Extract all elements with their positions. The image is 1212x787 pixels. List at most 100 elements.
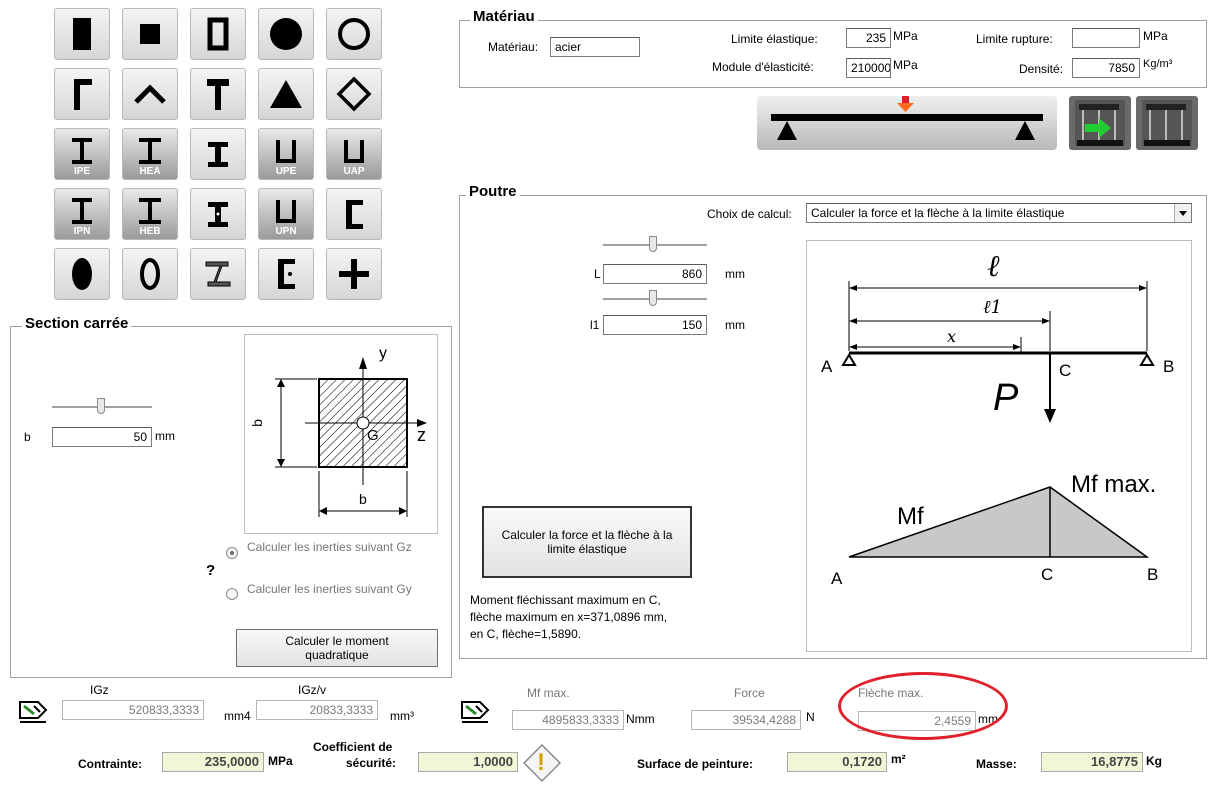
b-horizontal-label: b <box>359 491 367 507</box>
elastic-modulus-input[interactable]: 210000 <box>846 58 891 78</box>
L-unit: mm <box>725 267 745 281</box>
shape-i-beam-tapered-button[interactable] <box>190 188 246 240</box>
shape-i-beam-button[interactable] <box>190 128 246 180</box>
shape-cross-button[interactable] <box>326 248 382 300</box>
yield-limit-label: Limite élastique: <box>731 32 818 46</box>
elastic-modulus-unit: MPa <box>893 58 918 72</box>
rupture-limit-input[interactable] <box>1072 28 1140 48</box>
l1-slider[interactable] <box>603 288 707 310</box>
contrainte-label: Contrainte: <box>78 757 142 771</box>
structure-view-button[interactable] <box>1136 96 1198 150</box>
ellipse-hollow-icon <box>140 258 160 290</box>
shape-ellipse-hollow-button[interactable] <box>122 248 178 300</box>
shape-angle-button[interactable] <box>54 68 110 120</box>
l1-label: l1 <box>590 318 600 332</box>
shape-tag-label: UPE <box>275 166 297 177</box>
materiau-title: Matériau <box>470 8 538 25</box>
c-channel-icon <box>346 200 363 229</box>
igz-output: 520833,3333 <box>62 700 204 720</box>
shape-upe-button[interactable]: UPE <box>258 128 314 180</box>
copy-inertia-button[interactable] <box>16 696 50 724</box>
section-title: Section carrée <box>22 315 132 332</box>
triangle-icon <box>270 80 302 108</box>
i-beam-icon <box>208 142 228 167</box>
calculate-inertia-button[interactable]: Calculer le moment quadratique <box>236 629 438 667</box>
shape-rectangle-filled-button[interactable] <box>54 8 110 60</box>
shape-c-channel-button[interactable] <box>326 188 382 240</box>
shape-ellipse-filled-button[interactable] <box>54 248 110 300</box>
structure-icon <box>1142 100 1192 146</box>
l1-input[interactable]: 150 <box>603 315 707 335</box>
shape-square-filled-button[interactable] <box>122 8 178 60</box>
yield-limit-input[interactable]: 235 <box>846 28 891 48</box>
simply-supported-beam-icon <box>771 96 1043 140</box>
fleche-highlight-circle <box>838 672 1008 740</box>
beam-type-selector[interactable] <box>757 96 1057 150</box>
L-input[interactable]: 860 <box>603 264 707 284</box>
radio-gy[interactable] <box>226 588 238 600</box>
density-label: Densité: <box>1019 62 1064 76</box>
shape-diamond-hollow-button[interactable] <box>326 68 382 120</box>
paint-surface-label: Surface de peinture: <box>637 757 754 771</box>
mf-label: Mf <box>897 503 924 530</box>
shape-heb-button[interactable]: HEB <box>122 188 178 240</box>
moment-a-label: A <box>831 569 843 588</box>
shape-tag-label: HEB <box>139 226 161 237</box>
l1-unit: mm <box>725 318 745 332</box>
mf-max-result-label: Mf max. <box>527 686 570 700</box>
b-label: b <box>24 430 31 444</box>
angle-icon <box>74 79 92 110</box>
L-label: L <box>594 267 601 281</box>
density-input[interactable]: 7850 <box>1072 58 1140 78</box>
help-icon[interactable]: ? <box>206 562 215 579</box>
shape-ipn-button[interactable]: IPN <box>54 188 110 240</box>
radio-gz[interactable] <box>226 547 238 559</box>
send-to-structure-button[interactable] <box>1069 96 1131 150</box>
shape-t-section-button[interactable] <box>190 68 246 120</box>
sign-pointer-icon <box>461 701 490 723</box>
shape-circle-hollow-button[interactable] <box>326 8 382 60</box>
material-input[interactable]: acier <box>550 37 640 57</box>
calculation-choice-select[interactable]: Calculer la force et la flèche à la limi… <box>806 203 1192 223</box>
result-line-2: flèche maximum en x=371,0896 mm, <box>470 610 668 624</box>
shape-ipe-button[interactable]: IPE <box>54 128 110 180</box>
shape-angle-rotated-button[interactable] <box>122 68 178 120</box>
contrainte-output: 235,0000 <box>162 752 264 772</box>
radio-gy-label: Calculer les inerties suivant Gy <box>247 582 412 596</box>
shape-upn-button[interactable]: UPN <box>258 188 314 240</box>
mf-max-unit: Nmm <box>626 712 655 726</box>
rectangle-filled-icon <box>73 18 91 50</box>
rupture-limit-unit: MPa <box>1143 29 1168 43</box>
shape-hea-button[interactable]: HEA <box>122 128 178 180</box>
shape-circle-filled-button[interactable] <box>258 8 314 60</box>
yield-limit-unit: MPa <box>893 29 918 43</box>
mf-max-label: Mf max. <box>1071 471 1157 498</box>
axis-z-label: z <box>417 425 426 445</box>
copy-results-button[interactable] <box>458 696 492 724</box>
shape-z-section-button[interactable] <box>190 248 246 300</box>
shape-triangle-button[interactable] <box>258 68 314 120</box>
paint-surface-output: 0,1720 <box>787 752 887 772</box>
shape-uap-button[interactable]: UAP <box>326 128 382 180</box>
b-input[interactable]: 50 <box>52 427 152 447</box>
rupture-limit-label: Limite rupture: <box>976 32 1053 46</box>
shape-tag-label: HEA <box>139 166 161 177</box>
mf-max-output: 4895833,3333 <box>512 710 624 730</box>
force-label: Force <box>734 686 765 700</box>
calculate-force-button[interactable]: Calculer la force et la flèche à la limi… <box>482 506 692 578</box>
square-section-drawing <box>275 357 427 517</box>
length-l1-label: ℓ1 <box>983 297 1002 318</box>
axis-y-label: y <box>379 345 387 362</box>
moment-c-label: C <box>1041 565 1054 584</box>
chevron-down-icon[interactable] <box>1174 204 1191 222</box>
sign-pointer-icon <box>19 701 48 723</box>
b-slider[interactable] <box>52 396 152 418</box>
elastic-modulus-label: Module d'élasticité: <box>712 60 814 74</box>
L-slider[interactable] <box>603 234 707 256</box>
shape-c-section-button[interactable] <box>258 248 314 300</box>
center-g-label: G <box>367 427 379 444</box>
force-output: 39534,4288 <box>691 710 801 730</box>
shape-rectangle-hollow-button[interactable] <box>190 8 246 60</box>
beam-diagram: ℓ ℓ1 x A B C P Mf Mf max. A C B <box>806 240 1192 652</box>
shape-tag-label: UPN <box>275 226 297 237</box>
